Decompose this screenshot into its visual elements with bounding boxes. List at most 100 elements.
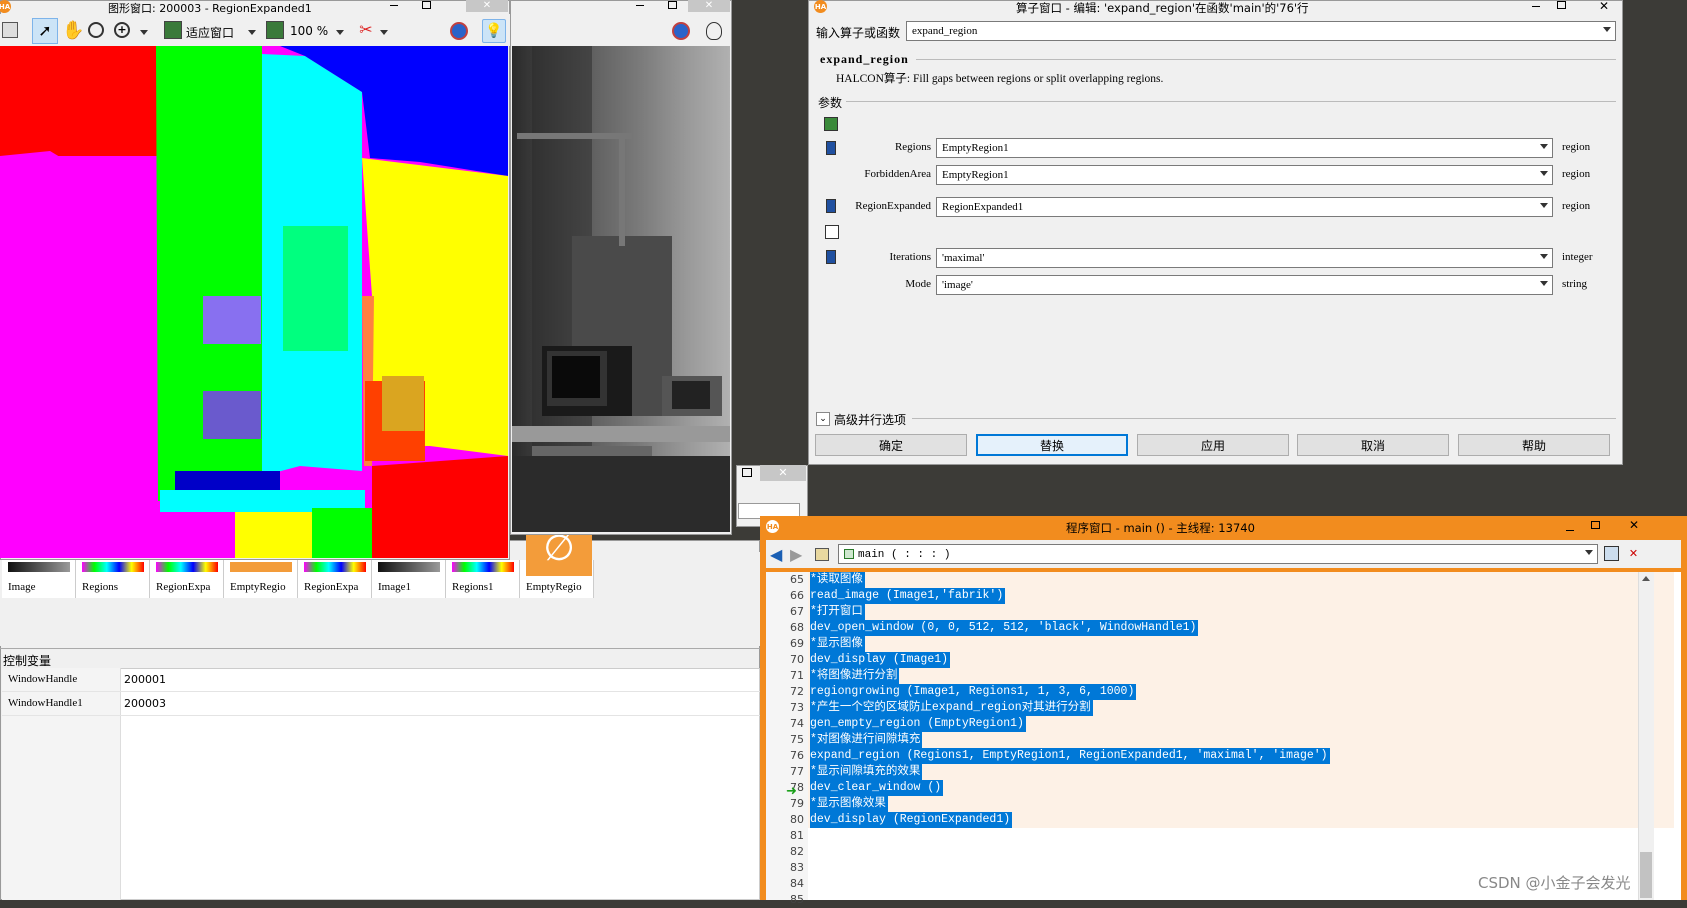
chevron-down-icon[interactable]	[1540, 144, 1548, 149]
chevron-down-icon[interactable]	[1540, 171, 1548, 176]
code-line[interactable]: 67 *打开窗口	[766, 604, 1646, 620]
zoom-level-icon[interactable]	[266, 21, 284, 39]
code-line[interactable]: 78 dev_clear_window ()	[766, 780, 1646, 796]
code-line[interactable]: 75 *对图像进行间隙填充	[766, 732, 1646, 748]
param-forbidden-area-input[interactable]: EmptyRegion1	[936, 165, 1553, 185]
control-var-row[interactable]	[2, 692, 760, 716]
code-line[interactable]: 71 *将图像进行分割	[766, 668, 1646, 684]
zoom-level-label[interactable]: 100 %	[290, 24, 328, 38]
thumbnail-item[interactable]: Image1	[372, 560, 446, 598]
hand-icon[interactable]: ✋	[62, 20, 84, 42]
thumbnail-preview	[378, 562, 440, 572]
minimize-icon[interactable]	[390, 5, 398, 6]
close-icon[interactable]: ✕	[1596, 0, 1612, 12]
zoom-icon[interactable]	[672, 22, 690, 40]
help-button[interactable]: 帮助	[1458, 434, 1610, 456]
magnifier-icon[interactable]	[88, 22, 104, 38]
chevron-down-icon[interactable]	[140, 30, 148, 35]
param-mode-input[interactable]: 'image'	[936, 275, 1553, 295]
line-number: 69	[790, 637, 804, 650]
ok-button[interactable]: 确定	[815, 434, 967, 456]
minimize-icon[interactable]	[636, 5, 644, 6]
thumbnail-label: Image1	[378, 581, 411, 593]
edit-icon[interactable]	[2, 22, 18, 38]
code-line[interactable]: 77 *显示间隙填充的效果	[766, 764, 1646, 780]
clipboard-icon[interactable]	[815, 548, 829, 561]
thumbnail-item[interactable]: Regions	[76, 560, 150, 598]
code-line[interactable]: 80 dev_display (RegionExpanded1)	[766, 812, 1646, 828]
thumbnail-preview	[8, 562, 70, 572]
thumbnail-item[interactable]: RegionExpa	[150, 560, 224, 598]
chevron-down-icon[interactable]	[1540, 254, 1548, 259]
lightbulb-icon[interactable]: 💡	[482, 19, 506, 43]
fit-window-label[interactable]: 适应窗口	[186, 24, 234, 41]
maximize-icon[interactable]	[1591, 521, 1600, 529]
code-line[interactable]: 79 *显示图像效果	[766, 796, 1646, 812]
scrollbar-thumb[interactable]	[1640, 852, 1652, 898]
advanced-options-label[interactable]: 高级并行选项	[834, 411, 906, 428]
close-icon[interactable]: ✕	[688, 0, 730, 12]
param-iterations-input[interactable]: 'maximal'	[936, 248, 1553, 268]
scrollbar[interactable]	[1638, 572, 1654, 900]
close-icon[interactable]: ✕	[760, 465, 806, 481]
advanced-toggle-icon[interactable]: ⌄	[816, 412, 830, 426]
back-arrow-icon[interactable]: ◀	[770, 545, 782, 564]
code-line[interactable]: 69 *显示图像	[766, 636, 1646, 652]
close-icon[interactable]: ✕	[466, 0, 508, 12]
chevron-down-icon[interactable]	[380, 30, 388, 35]
chevron-down-icon[interactable]	[1540, 203, 1548, 208]
procedure-select[interactable]: main ( : : : )	[838, 544, 1598, 564]
thumbnail-label: EmptyRegio	[230, 581, 286, 593]
code-line[interactable]: 68 dev_open_window (0, 0, 512, 512, 'blac…	[766, 620, 1646, 636]
chevron-down-icon[interactable]	[1585, 550, 1593, 555]
zoom-in-icon[interactable]: +	[114, 22, 130, 38]
maximize-icon[interactable]	[422, 1, 431, 9]
chevron-down-icon[interactable]	[1603, 27, 1611, 32]
lightbulb-icon[interactable]	[706, 22, 722, 40]
operator-input[interactable]: expand_region	[906, 21, 1616, 41]
fit-window-icon[interactable]	[164, 21, 182, 39]
chevron-down-icon[interactable]	[336, 30, 344, 35]
code-line[interactable]: 73 *产生一个空的区域防止expand_region对其进行分割	[766, 700, 1646, 716]
procedure-settings-icon[interactable]	[1604, 546, 1619, 561]
control-var-row[interactable]	[2, 668, 760, 692]
maximize-icon[interactable]	[1557, 1, 1566, 9]
thumbnail-item[interactable]: RegionExpa	[298, 560, 372, 598]
thumbnail-label: Regions	[82, 581, 119, 593]
code-line[interactable]: 70 dev_display (Image1)	[766, 652, 1646, 668]
chevron-down-icon[interactable]	[1540, 281, 1548, 286]
maximize-icon[interactable]	[742, 468, 752, 477]
code-editor[interactable]: 65 *读取图像 66 read_image (Image1,'fabrik') 67 *…	[766, 572, 1681, 906]
code-line[interactable]: 72 regiongrowing (Image1, Regions1, 1, 3,…	[766, 684, 1646, 700]
minimize-icon[interactable]	[1566, 530, 1574, 531]
code-line[interactable]: 76 expand_region (Regions1, EmptyRegion1,…	[766, 748, 1646, 764]
cancel-button[interactable]: 取消	[1297, 434, 1449, 456]
thumbnail-item[interactable]: Regions1	[446, 560, 520, 598]
apply-button[interactable]: 应用	[1137, 434, 1289, 456]
zoom-icon[interactable]	[450, 22, 468, 40]
close-icon[interactable]: ✕	[1626, 518, 1642, 532]
code-line[interactable]: 85	[766, 892, 1646, 908]
code-text: dev_open_window (0, 0, 512, 512, 'black'…	[810, 620, 1199, 636]
maximize-icon[interactable]	[668, 1, 677, 9]
scroll-up-icon[interactable]	[1642, 576, 1650, 581]
minimize-icon[interactable]	[1532, 6, 1540, 7]
line-number: 72	[790, 685, 804, 698]
thumbnail-item[interactable]: Image	[2, 560, 76, 598]
code-line[interactable]: 65 *读取图像	[766, 572, 1646, 588]
pointer-icon[interactable]: ➚	[32, 18, 58, 44]
forward-arrow-icon[interactable]: ▶	[790, 545, 802, 564]
code-line[interactable]: 82	[766, 844, 1646, 860]
param-region-expanded-input[interactable]: RegionExpanded1	[936, 197, 1553, 217]
delete-procedure-icon[interactable]: ✕	[1626, 546, 1641, 561]
line-number: 66	[790, 589, 804, 602]
grayscale-image	[512, 46, 730, 532]
thumbnail-item[interactable]: EmptyRegio	[224, 560, 298, 598]
color-palette-icon[interactable]: ✂	[356, 20, 376, 40]
code-line[interactable]: 74 gen_empty_region (EmptyRegion1)	[766, 716, 1646, 732]
code-line[interactable]: 81	[766, 828, 1646, 844]
param-regions-input[interactable]: EmptyRegion1	[936, 138, 1553, 158]
replace-button[interactable]: 替换	[976, 434, 1128, 456]
code-line[interactable]: 66 read_image (Image1,'fabrik')	[766, 588, 1646, 604]
chevron-down-icon[interactable]	[248, 30, 256, 35]
